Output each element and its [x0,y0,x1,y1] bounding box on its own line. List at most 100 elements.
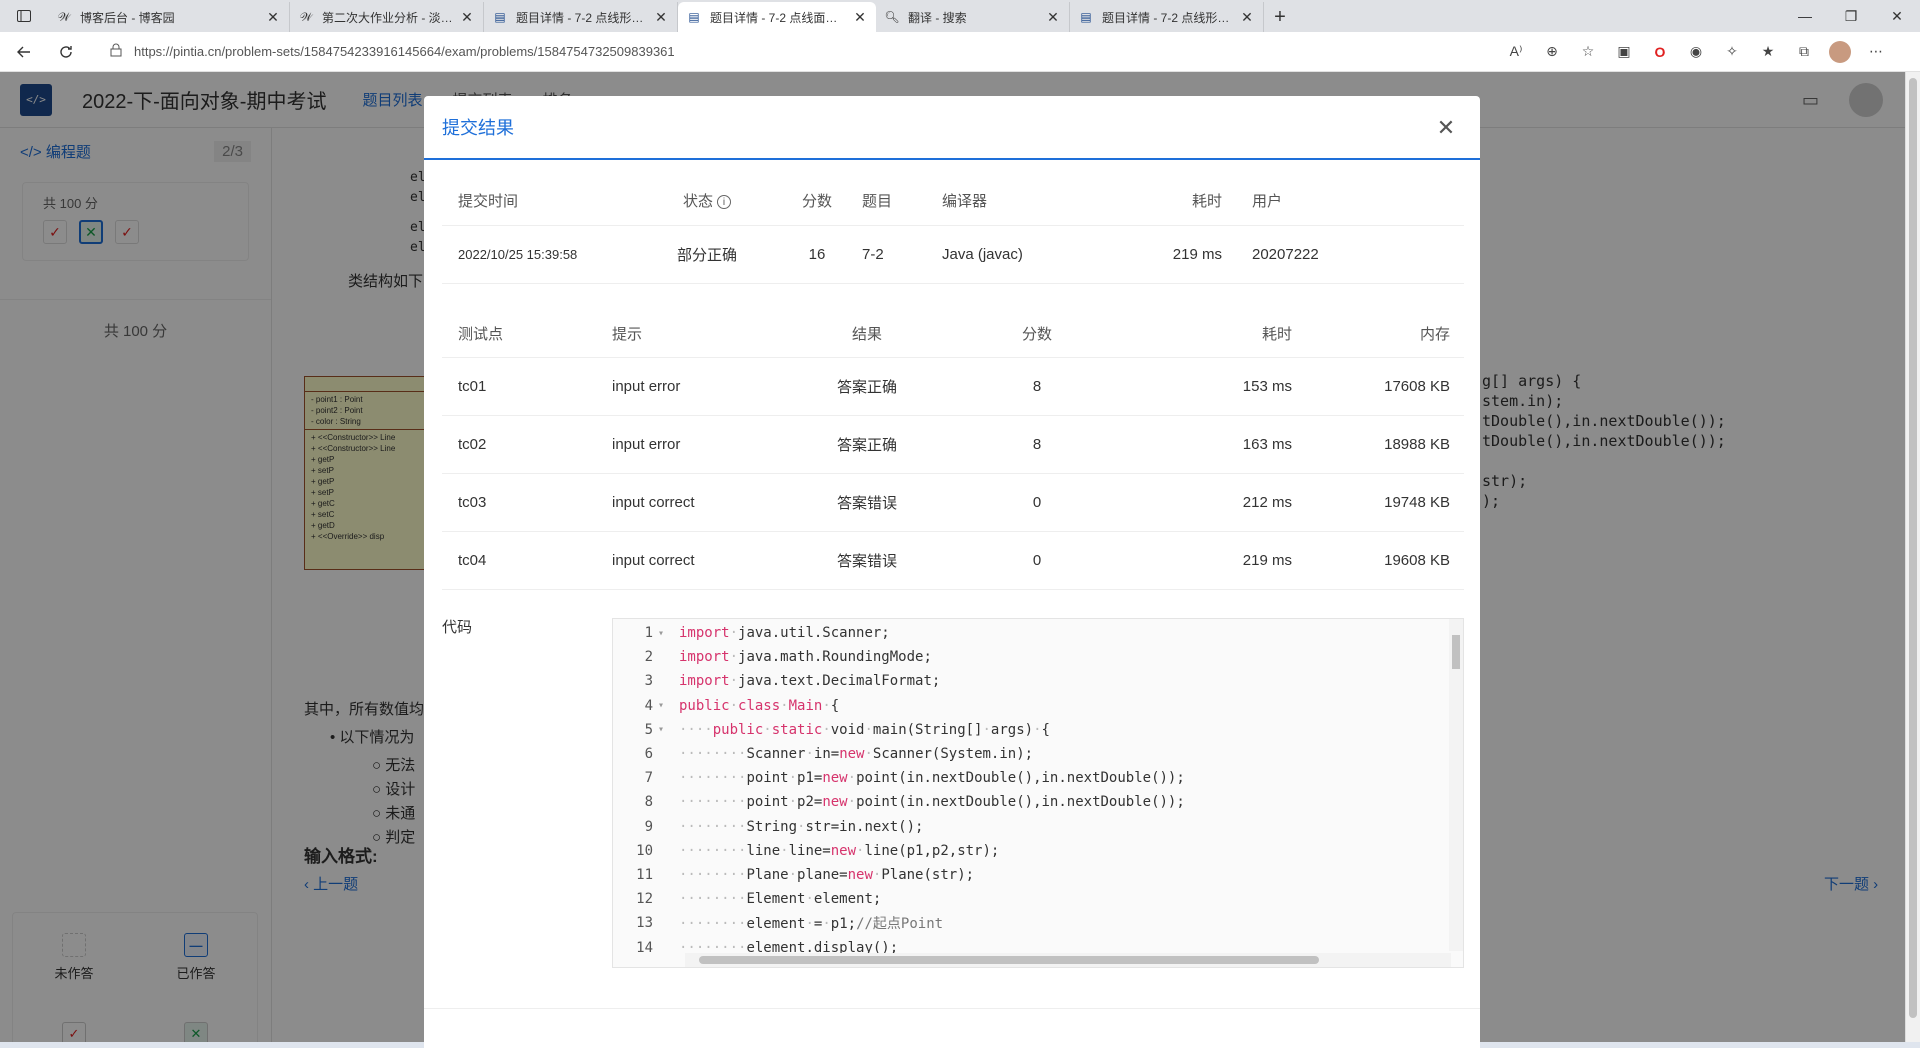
code-text: ········line·line=new·line(p1,p2,str); [679,842,1000,859]
test-time: 163 ms [1242,436,1292,453]
test-time: 212 ms [1242,494,1292,511]
tab-close-icon[interactable]: ✕ [852,9,868,25]
code-text: import·java.util.Scanner; [679,625,890,641]
browser-tab[interactable]: ▤ 题目详情 - 7-2 点线形系列4-凸四 ✕ [1070,2,1264,32]
fold-arrow-icon[interactable]: ▾ [653,700,669,711]
extension-1-icon[interactable]: ▣ [1606,37,1642,67]
test-memory: 18988 KB [1384,436,1450,453]
summary-header: 编译器 [942,193,988,210]
summary-status: 部分正确 [676,247,737,264]
summary-time: 2022/10/25 15:39:58 [458,247,578,262]
more-menu-icon[interactable]: ⋯ [1858,37,1894,67]
line-number: 14 [636,939,653,956]
profile-avatar-icon[interactable] [1822,37,1858,67]
summary-header: 题目 [862,193,893,210]
summary-table: 提交时间 状态 i 分数 题目 编译器 耗时 用户 2022/10/25 15:39:58 部分… [442,176,1464,284]
test-header: 分数 [1021,326,1052,343]
code-text: import·java.math.RoundingMode; [679,649,932,666]
code-viewer[interactable]: 1 ▾ import·java.util.Scanner; 2 import·java.… [612,618,1464,968]
test-header: 提示 [612,326,643,343]
tab-close-icon[interactable]: ✕ [265,9,281,25]
pta-icon: ▤ [494,10,506,24]
test-row: tc03 input correct 答案错误 0 212 ms 19748 KB [442,474,1464,532]
test-time: 153 ms [1242,378,1292,395]
code-line: 2 import·java.math.RoundingMode; [613,645,932,669]
close-window-icon[interactable]: ✕ [1874,0,1920,32]
code-text: ····public·static·void·main(String[]·arg… [679,721,1050,738]
summary-header: 用户 [1252,193,1283,210]
extension-3-icon[interactable]: ◉ [1678,37,1714,67]
url-field[interactable]: https://pintia.cn/problem-sets/158475423… [98,37,1498,67]
line-number: 3 [644,673,653,690]
back-icon[interactable] [6,34,42,70]
code-line: 5 ▾ ····public·static·void·main(String[]·a… [613,718,1050,742]
summary-header: 提交时间 [458,193,519,210]
fold-arrow-icon[interactable]: ▾ [653,724,669,735]
extensions-icon[interactable]: ✧ [1714,37,1750,67]
summary-duration: 219 ms [1172,246,1222,263]
test-id: tc02 [458,436,487,453]
favorite-add-icon[interactable]: ☆ [1570,37,1606,67]
test-memory: 17608 KB [1384,378,1450,395]
code-text: ········Plane·plane=new·Plane(str); [679,867,975,883]
tab-close-icon[interactable]: ✕ [1239,9,1255,25]
test-result: 答案正确 [836,379,897,396]
test-result: 答案错误 [836,495,897,512]
summary-header: 耗时 [1191,193,1222,210]
code-horizontal-scrollbar[interactable] [685,953,1451,967]
code-line: 4 ▾ public·class·Main·{ [613,694,840,718]
close-icon[interactable]: ✕ [1434,115,1458,140]
bird-icon: 𝒲 [299,9,313,24]
minimize-icon[interactable]: — [1782,0,1828,32]
code-vertical-scrollbar[interactable] [1449,619,1463,951]
test-score: 8 [1032,378,1042,395]
code-label: 代码 [442,619,473,636]
info-icon[interactable]: i [717,195,731,210]
search-icon: 🔍︎ [884,10,900,24]
test-score: 0 [1032,552,1042,569]
fold-arrow-icon[interactable]: ▾ [653,628,669,639]
summary-problem[interactable]: 7-2 [862,246,942,263]
code-line: 8 ········point·p2=new·point(in.nextDoubl… [613,790,1185,814]
test-row: tc01 input error 答案正确 8 153 ms 17608 KB [442,358,1464,416]
browser-tab[interactable]: 🔍︎ 翻译 - 搜索 ✕ [876,2,1070,32]
browser-tab[interactable]: ▤ 题目详情 - 7-2 点线面问题重构 ✕ [678,2,876,32]
code-line: 12 ········Element·element; [613,887,881,911]
page-scrollbar[interactable] [1905,72,1920,1048]
test-header: 结果 [851,326,882,343]
pta-icon: ▤ [1080,10,1092,24]
code-text: ········point·p1=new·point(in.nextDouble… [679,770,1185,787]
collections-icon[interactable]: ⧉ [1786,37,1822,67]
browser-tab[interactable]: 𝒲 第二次大作业分析 - 淡蓝的乌桕 ✕ [290,2,484,32]
address-bar: https://pintia.cn/problem-sets/158475423… [0,32,1920,72]
favorites-icon[interactable]: ★ [1750,37,1786,67]
line-number: 1 [644,625,653,641]
restore-icon[interactable]: ❐ [1828,0,1874,32]
lock-icon[interactable] [110,43,122,60]
browser-tab[interactable]: ▤ 题目详情 - 7-2 点线形系列5-凸五 ✕ [484,2,678,32]
line-number: 6 [644,746,653,762]
line-number: 4 [644,697,653,714]
browser-tab[interactable]: 𝒲 博客后台 - 博客园 ✕ [48,2,290,32]
tab-title: 翻译 - 搜索 [908,10,967,25]
code-text: ········point·p2=new·point(in.nextDouble… [679,794,1185,811]
line-number: 13 [636,915,653,932]
modal-title: 提交结果 [442,118,514,138]
new-tab-button[interactable]: + [1264,2,1296,32]
tab-close-icon[interactable]: ✕ [459,9,475,25]
modal-footer: 确认 [424,1008,1480,1048]
zoom-icon[interactable]: ⊕ [1534,37,1570,67]
code-line: 13 ········element·=·p1;//起点Point [613,911,943,935]
code-text: ········Element·element; [679,891,882,908]
test-header: 测试点 [458,326,504,343]
browser-tab-bar: 𝒲 博客后台 - 博客园 ✕ 𝒲 第二次大作业分析 - 淡蓝的乌桕 ✕ ▤ 题目详情 - 7-… [0,0,1920,32]
tab-close-icon[interactable]: ✕ [653,9,669,25]
code-line: 11 ········Plane·plane=new·Plane(str); [613,863,974,887]
code-text: import·java.text.DecimalFormat; [679,673,941,690]
tab-close-icon[interactable]: ✕ [1045,9,1061,25]
refresh-icon[interactable] [48,34,84,70]
tab-actions-icon[interactable] [0,0,48,32]
line-number: 8 [644,794,653,811]
read-aloud-icon[interactable]: A⁾ [1498,37,1534,67]
extension-2-icon[interactable]: O [1642,37,1678,67]
